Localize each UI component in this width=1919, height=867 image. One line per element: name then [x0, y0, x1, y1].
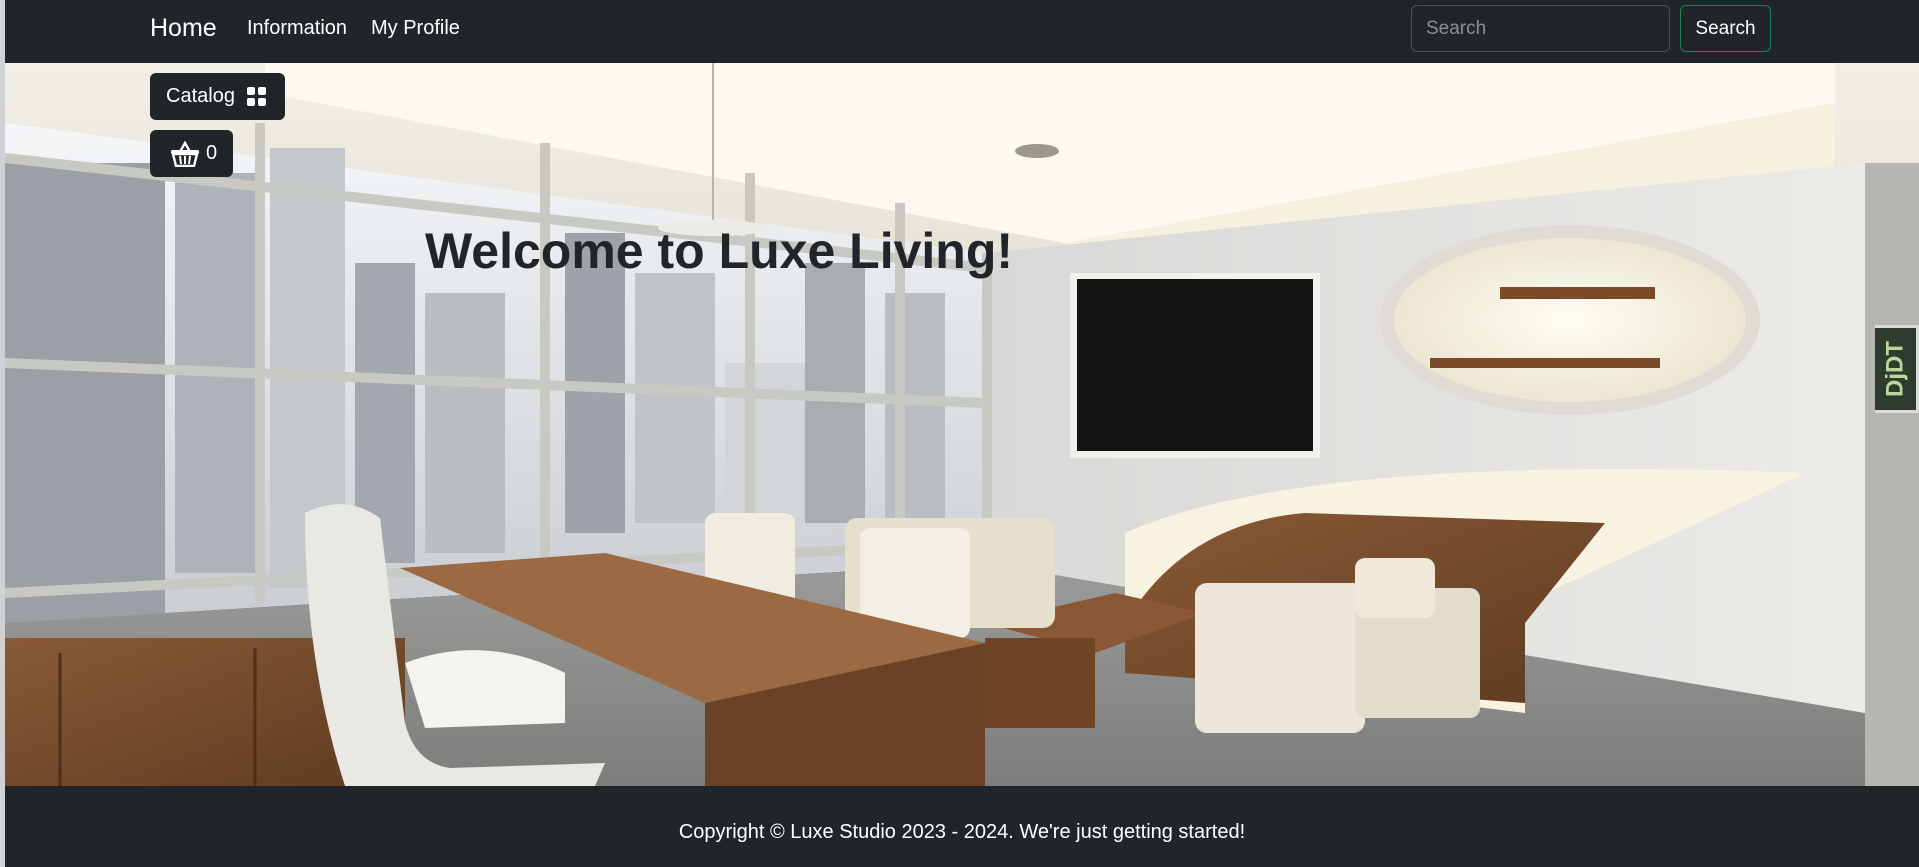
hero-banner: Welcome to Luxe Living! DjDT [5, 63, 1919, 786]
search-button[interactable]: Search [1680, 5, 1771, 52]
cart-count: 0 [206, 142, 218, 164]
nav-link-information[interactable]: Information [247, 17, 347, 40]
basket-icon [171, 140, 199, 167]
search-input[interactable] [1411, 5, 1670, 52]
page: Home Information My Profile Search Searc… [5, 0, 1919, 867]
grid-icon [246, 87, 266, 106]
footer: Copyright © Luxe Studio 2023 - 2024. We'… [5, 786, 1919, 867]
office-interior-image [5, 63, 1919, 786]
nav-link-my-profile[interactable]: My Profile [371, 17, 460, 40]
footer-copyright: Copyright © Luxe Studio 2023 - 2024. We'… [678, 821, 1246, 843]
catalog-button[interactable]: Catalog [150, 73, 285, 120]
catalog-label: Catalog [166, 85, 235, 107]
brand-home-link[interactable]: Home [150, 14, 217, 43]
cart-button[interactable]: 0 [150, 130, 233, 177]
hero-heading: Welcome to Luxe Living! [425, 223, 1014, 279]
debug-toolbar-handle[interactable]: DjDT [1875, 325, 1919, 413]
navbar: Home Information My Profile Search [5, 0, 1919, 63]
